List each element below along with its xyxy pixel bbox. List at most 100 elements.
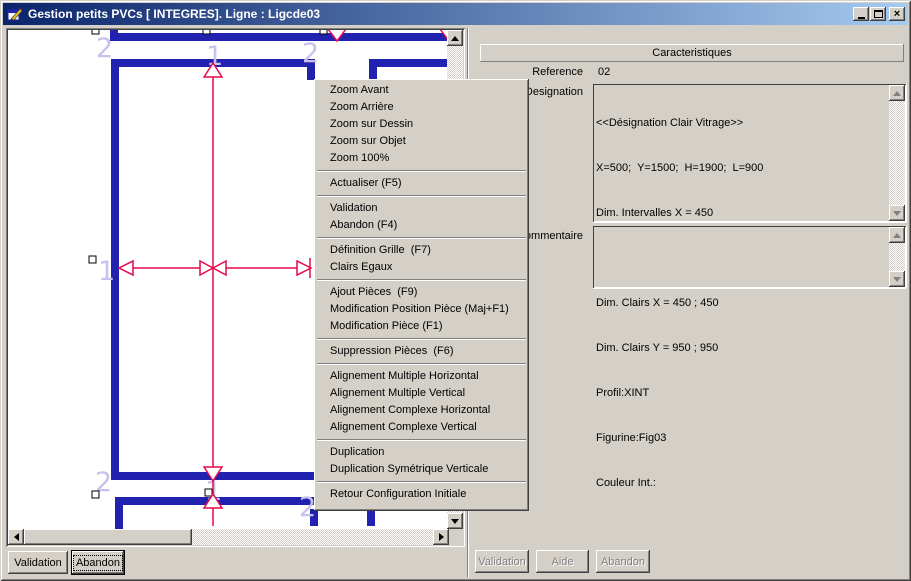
- menu-item-modification-piece[interactable]: Modification Pièce (F1): [316, 318, 527, 335]
- selection-handle[interactable]: [203, 30, 210, 34]
- scroll-left-button[interactable]: [8, 529, 24, 545]
- drawing-label: 2: [302, 38, 319, 69]
- scroll-down-icon: [893, 211, 901, 216]
- designation-line: Profil:XINT: [596, 386, 887, 401]
- selection-handle[interactable]: [205, 489, 212, 496]
- menu-separator: [317, 237, 526, 239]
- designation-line: <<Désignation Clair Vitrage>>: [596, 116, 887, 131]
- scroll-up-button[interactable]: [889, 85, 905, 101]
- menu-item-zoom-avant[interactable]: Zoom Avant: [316, 82, 527, 99]
- menu-item-zoom-100[interactable]: Zoom 100%: [316, 150, 527, 167]
- app-icon: [7, 6, 23, 22]
- maximize-button[interactable]: [870, 7, 886, 21]
- designation-text: <<Désignation Clair Vitrage>> X=500; Y=1…: [596, 86, 887, 521]
- selection-handle[interactable]: [92, 30, 99, 34]
- abandon-button[interactable]: Abandon: [72, 551, 124, 574]
- scroll-down-button[interactable]: [889, 271, 905, 287]
- scroll-up-icon: [451, 36, 459, 41]
- menu-separator: [317, 195, 526, 197]
- menu-item-retour-configuration-initiale[interactable]: Retour Configuration Initiale: [316, 486, 527, 503]
- menu-separator: [317, 338, 526, 340]
- menu-item-alignement-complexe-vertical[interactable]: Alignement Complexe Vertical: [316, 419, 527, 436]
- designation-line: Dim. Intervalles X = 450: [596, 206, 887, 221]
- menu-item-validation[interactable]: Validation: [316, 200, 527, 217]
- close-button[interactable]: ×: [889, 7, 905, 21]
- dimension-arrow-right: [297, 261, 311, 275]
- validation-button-label: Validation: [14, 557, 62, 569]
- menu-item-zoom-sur-objet[interactable]: Zoom sur Objet: [316, 133, 527, 150]
- caracteristiques-header[interactable]: Caracteristiques: [480, 44, 904, 62]
- abandon-button-label: Abandon: [74, 556, 122, 570]
- scroll-down-button[interactable]: [889, 205, 905, 221]
- dimension-arrow-mid-right: [213, 261, 226, 275]
- scroll-right-button[interactable]: [433, 529, 449, 545]
- maximize-icon: [874, 10, 883, 18]
- panel-aide-label: Aide: [551, 556, 573, 568]
- designation-line: X=500; Y=1500; H=1900; L=900: [596, 161, 887, 176]
- panel-validation-button[interactable]: Validation: [475, 550, 529, 573]
- menu-item-duplication-symetrique-verticale[interactable]: Duplication Symétrique Verticale: [316, 461, 527, 478]
- app-window: Gestion petits PVCs [ INTEGRES]. Ligne :…: [0, 0, 911, 581]
- panel-validation-label: Validation: [478, 556, 526, 568]
- menu-separator: [317, 439, 526, 441]
- designation-line: Dim. Clairs X = 450 ; 450: [596, 296, 887, 311]
- scroll-right-icon: [439, 533, 444, 541]
- frame-top-rail: [114, 30, 447, 37]
- selection-handle[interactable]: [320, 30, 327, 34]
- menu-item-modification-position-piece[interactable]: Modification Position Pièce (Maj+F1): [316, 301, 527, 318]
- drawing-label: 1: [98, 256, 115, 287]
- drawing-label: 2: [96, 33, 113, 64]
- designation-scrollbar[interactable]: [889, 85, 905, 221]
- menu-item-alignement-multiple-horizontal[interactable]: Alignement Multiple Horizontal: [316, 368, 527, 385]
- scroll-up-icon: [893, 91, 901, 96]
- dimension-arrow-mid-left: [200, 261, 213, 275]
- commentaire-box[interactable]: [593, 226, 906, 288]
- commentaire-scrollbar[interactable]: [889, 227, 905, 287]
- designation-line: Couleur Int.:: [596, 476, 887, 491]
- frame-right-panel: [373, 63, 447, 80]
- properties-panel: Caracteristiques Reference 02 Designatio…: [470, 28, 908, 547]
- menu-item-suppression-pieces[interactable]: Suppression Pièces (F6): [316, 343, 527, 360]
- canvas-horizontal-scrollbar[interactable]: [8, 529, 449, 545]
- scroll-down-button[interactable]: [447, 513, 463, 529]
- menu-item-ajout-pieces[interactable]: Ajout Pièces (F9): [316, 284, 527, 301]
- reference-value: 02: [598, 66, 610, 78]
- context-menu: Zoom Avant Zoom Arrière Zoom sur Dessin …: [314, 79, 529, 511]
- menu-separator: [317, 363, 526, 365]
- selection-handle[interactable]: [92, 491, 99, 498]
- scroll-up-button[interactable]: [447, 30, 463, 46]
- menu-item-actualiser[interactable]: Actualiser (F5): [316, 175, 527, 192]
- panel-aide-button[interactable]: Aide: [536, 550, 589, 573]
- designation-line: Figurine:Fig03: [596, 431, 887, 446]
- minimize-icon: [858, 17, 865, 19]
- menu-item-alignement-multiple-vertical[interactable]: Alignement Multiple Vertical: [316, 385, 527, 402]
- panel-abandon-label: Abandon: [601, 556, 645, 568]
- menu-item-zoom-arriere[interactable]: Zoom Arrière: [316, 99, 527, 116]
- scroll-up-icon: [893, 233, 901, 238]
- dimension-arrow-left: [119, 261, 133, 275]
- title-bar: Gestion petits PVCs [ INTEGRES]. Ligne :…: [3, 3, 908, 25]
- validation-button[interactable]: Validation: [8, 551, 68, 574]
- menu-item-definition-grille[interactable]: Définition Grille (F7): [316, 242, 527, 259]
- selection-handle[interactable]: [89, 256, 96, 263]
- scroll-down-icon: [451, 519, 459, 524]
- minimize-button[interactable]: [853, 7, 869, 21]
- scroll-left-icon: [14, 533, 19, 541]
- menu-item-duplication[interactable]: Duplication: [316, 444, 527, 461]
- scrollbar-thumb[interactable]: [24, 529, 192, 545]
- scroll-down-icon: [893, 277, 901, 282]
- scroll-up-button[interactable]: [889, 227, 905, 243]
- panel-abandon-button[interactable]: Abandon: [596, 550, 650, 573]
- designation-box[interactable]: <<Désignation Clair Vitrage>> X=500; Y=1…: [593, 84, 906, 222]
- close-icon: ×: [894, 9, 900, 19]
- menu-item-clairs-egaux[interactable]: Clairs Egaux: [316, 259, 527, 276]
- menu-item-zoom-sur-dessin[interactable]: Zoom sur Dessin: [316, 116, 527, 133]
- menu-separator: [317, 279, 526, 281]
- menu-separator: [317, 170, 526, 172]
- window-title: Gestion petits PVCs [ INTEGRES]. Ligne :…: [28, 7, 320, 21]
- menu-item-alignement-complexe-horizontal[interactable]: Alignement Complexe Horizontal: [316, 402, 527, 419]
- menu-item-abandon[interactable]: Abandon (F4): [316, 217, 527, 234]
- menu-separator: [317, 481, 526, 483]
- reference-label: Reference: [490, 66, 583, 78]
- designation-line: Dim. Clairs Y = 950 ; 950: [596, 341, 887, 356]
